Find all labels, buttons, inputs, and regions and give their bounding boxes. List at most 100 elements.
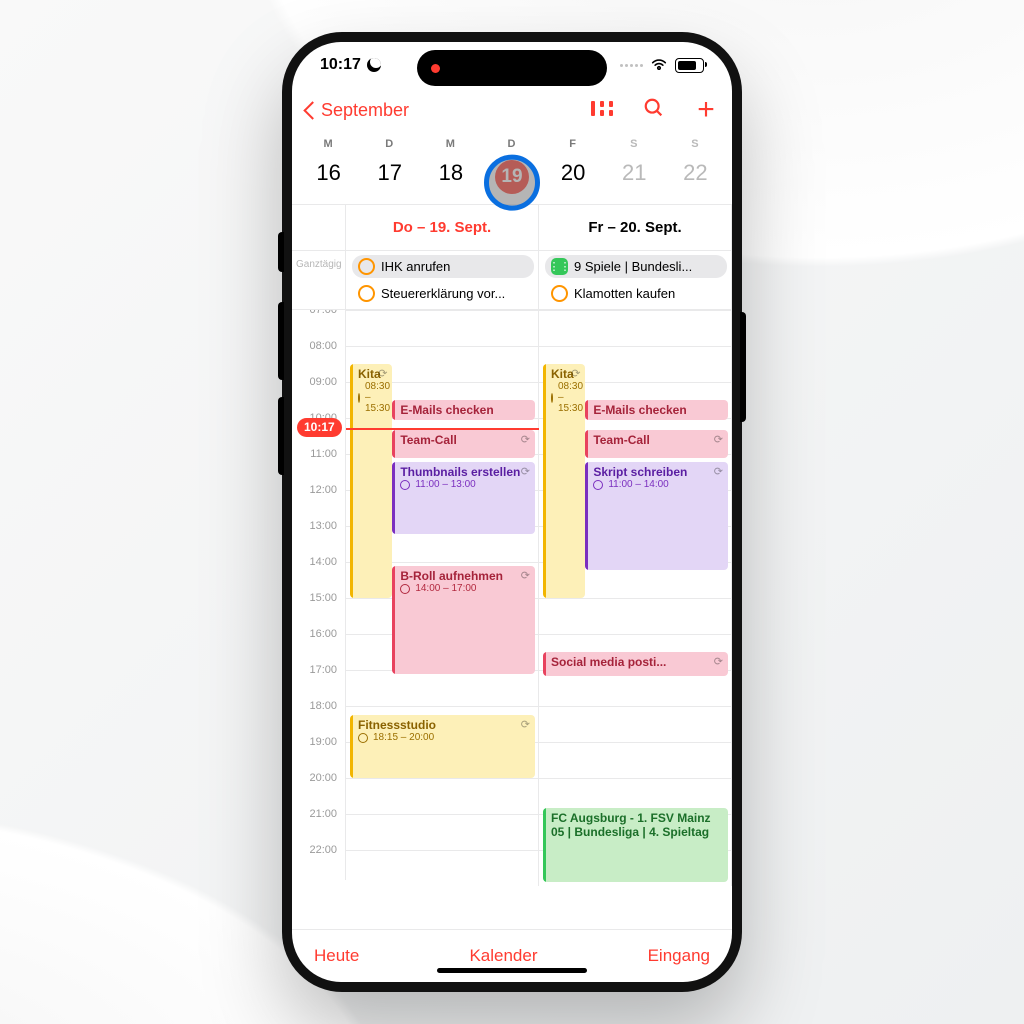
recurring-icon: ⟳ [571,367,580,380]
calendar-event[interactable]: B-Roll aufnehmen14:00 – 17:00⟳ [392,566,535,674]
hour-label: 17:00 [292,664,346,700]
home-indicator[interactable] [437,968,587,973]
event-time: 11:00 – 13:00 [400,479,530,490]
hour-cell[interactable] [346,850,539,886]
inbox-button[interactable]: Eingang [648,946,710,966]
hour-label: 11:00 [292,448,346,484]
weekday-label: M [446,138,456,150]
allday-event[interactable]: Steuererklärung vor... [352,282,534,305]
day-headers: Do – 19. Sept. Fr – 20. Sept. [292,205,732,250]
calendar-event[interactable]: Kita08:30 – 15:30⟳ [543,364,585,598]
event-title: FC Augsburg - 1. FSV Mainz 05 | Bundesli… [551,811,723,839]
allday-event[interactable]: IHK anrufen [352,255,534,278]
day-number: 22 [683,160,707,186]
add-event-button[interactable]: + [694,99,718,121]
day-number: 17 [377,160,401,186]
hour-cell[interactable] [346,814,539,850]
day-21[interactable]: S 21 [604,138,665,194]
battery-icon [675,58,704,73]
calendar-event[interactable]: E-Mails checken [585,400,728,420]
event-title: Skript schreiben [593,465,723,479]
event-title: E-Mails checken [593,403,723,417]
recording-dot-icon [431,64,440,73]
hour-cell[interactable] [539,598,732,634]
calendar-app: September + M16 D 17 M18 D 19 F20 S 21 S 22 Do – 1… [292,88,732,982]
hour-label: 16:00 [292,628,346,664]
event-time: 08:30 – 15:30 [358,381,387,414]
cell-signal-icon [620,64,643,67]
event-time: 18:15 – 20:00 [358,732,530,743]
phone-frame: 10:17 September + M16 [282,32,742,992]
hour-cell[interactable] [346,670,539,706]
timeline-scroll[interactable]: 07:0008:0009:0010:0011:0012:0013:0014:00… [292,309,732,929]
back-label: September [321,100,409,121]
allday-label: Ganztägig [292,251,346,309]
allday-section: Ganztägig IHK anrufen Steuererklärung vor… [292,250,732,309]
hour-label: 09:00 [292,376,346,412]
dynamic-island [417,50,607,86]
day-22[interactable]: S 22 [665,138,726,194]
hour-cell[interactable] [539,742,732,778]
allday-col-1: IHK anrufen Steuererklärung vor... [346,251,539,309]
allday-event-label: Klamotten kaufen [574,286,675,301]
week-selector: M16 D 17 M18 D 19 F20 S 21 S 22 [292,132,732,204]
bottom-toolbar: Heute Kalender Eingang [292,929,732,982]
event-time: 14:00 – 17:00 [400,583,530,594]
weekday-label: D [508,138,517,150]
hour-cell[interactable] [346,310,539,346]
weekday-label: F [569,138,577,150]
recurring-icon: ⟳ [521,569,530,582]
view-toggle-button[interactable] [590,99,614,121]
event-title: Social media posti... [551,655,723,669]
event-time: 11:00 – 14:00 [593,479,723,490]
day-17[interactable]: D 17 [359,138,420,194]
hour-label: 13:00 [292,520,346,556]
chevron-left-icon [303,101,321,119]
hour-cell[interactable] [539,310,732,346]
reminder-ring-icon [358,258,375,275]
back-button[interactable]: September [306,100,409,121]
hour-label: 14:00 [292,556,346,592]
calendar-event[interactable]: Team-Call⟳ [392,430,535,458]
weekday-label: D [385,138,394,150]
hour-cell[interactable] [539,706,732,742]
calendar-event[interactable]: Team-Call⟳ [585,430,728,458]
allday-event[interactable]: ⋮⋮9 Spiele | Bundesli... [545,255,727,278]
hour-label: 21:00 [292,808,346,844]
recurring-icon: ⟳ [714,433,723,446]
calendar-event[interactable]: Fitnessstudio18:15 – 20:00⟳ [350,715,535,778]
day-18[interactable]: M18 [420,138,481,194]
recurring-icon: ⟳ [714,655,723,668]
calendar-event[interactable]: Kita08:30 – 15:30⟳ [350,364,392,598]
weekday-label: M [323,138,333,150]
recurring-icon: ⟳ [378,367,387,380]
weekday-label: S [691,138,699,150]
reminder-ring-icon [358,285,375,302]
recurring-icon: ⟳ [521,718,530,731]
calendar-event[interactable]: Social media posti...⟳ [543,652,728,676]
day-header-1: Do – 19. Sept. [346,205,539,250]
day-number: 19 [495,160,529,194]
day-number: 21 [622,160,646,186]
calendar-event[interactable]: Thumbnails erstellen11:00 – 13:00⟳ [392,462,535,534]
allday-col-2: ⋮⋮9 Spiele | Bundesli... Klamotten kaufen [539,251,732,309]
hour-label: 10:00 [292,412,346,448]
search-icon [643,97,665,124]
search-button[interactable] [642,99,666,121]
hour-label: 08:00 [292,340,346,376]
event-time: 08:30 – 15:30 [551,381,580,414]
recurring-icon: ⟳ [521,433,530,446]
calendar-event[interactable]: FC Augsburg - 1. FSV Mainz 05 | Bundesli… [543,808,728,882]
calendar-event[interactable]: Skript schreiben11:00 – 14:00⟳ [585,462,728,570]
calendars-button[interactable]: Kalender [469,946,537,966]
hour-cell[interactable] [346,778,539,814]
allday-event[interactable]: Klamotten kaufen [545,282,727,305]
day-19[interactable]: D 19 [481,138,542,194]
allday-event-label: Steuererklärung vor... [381,286,505,301]
day-20[interactable]: F20 [543,138,604,194]
today-button[interactable]: Heute [314,946,359,966]
calendar-event[interactable]: E-Mails checken [392,400,535,420]
wifi-icon [650,58,668,72]
day-16[interactable]: M16 [298,138,359,194]
weekday-label: S [630,138,638,150]
